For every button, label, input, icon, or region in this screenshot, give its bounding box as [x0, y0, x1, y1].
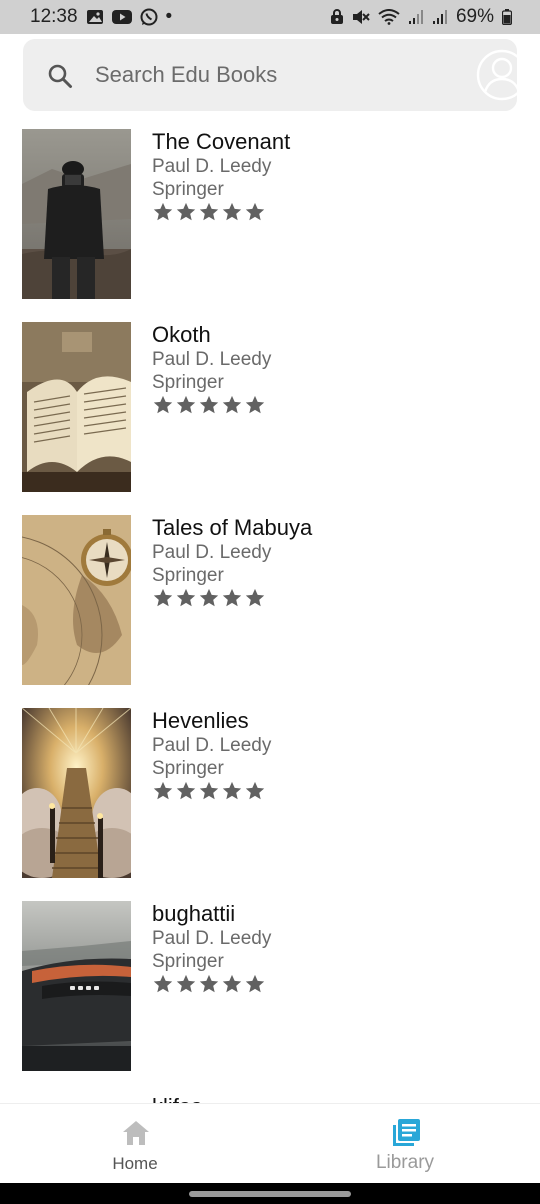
star-rating — [152, 973, 266, 995]
star-icon — [153, 395, 173, 414]
signal-icon — [408, 9, 424, 25]
book-publisher: Springer — [152, 758, 224, 779]
star-icon — [176, 588, 196, 607]
book-title[interactable]: klifas — [152, 1094, 202, 1103]
nav-home[interactable]: Home — [35, 1104, 235, 1184]
book-author: Paul D. Leedy — [152, 156, 272, 177]
nav-library[interactable]: Library — [305, 1104, 505, 1184]
star-icon — [199, 588, 219, 607]
star-icon — [176, 202, 196, 221]
book-title[interactable]: Okoth — [152, 322, 211, 348]
book-title[interactable]: The Covenant — [152, 129, 290, 155]
book-item[interactable]: Tales of Mabuya Paul D. Leedy Springer — [22, 515, 518, 685]
star-icon — [176, 974, 196, 993]
status-time: 12:38 — [30, 6, 78, 27]
battery-icon — [502, 9, 512, 25]
star-icon — [222, 974, 242, 993]
screen: The Covenant Paul D. Leedy Springer Okot… — [0, 0, 540, 1204]
star-icon — [245, 974, 265, 993]
star-icon — [153, 974, 173, 993]
book-item[interactable]: Okoth Paul D. Leedy Springer — [22, 322, 518, 492]
book-author: Paul D. Leedy — [152, 542, 272, 563]
youtube-icon — [111, 9, 132, 25]
status-bar: 12:38 • 69% — [0, 0, 540, 34]
star-icon — [199, 202, 219, 221]
star-icon — [245, 588, 265, 607]
nav-home-label: Home — [112, 1154, 158, 1173]
star-rating — [152, 780, 266, 802]
book-item[interactable]: The Covenant Paul D. Leedy Springer — [22, 129, 518, 299]
search-input[interactable] — [95, 57, 435, 93]
star-icon — [222, 588, 242, 607]
profile-avatar-icon[interactable] — [475, 48, 529, 102]
wifi-icon — [378, 9, 400, 25]
nav-library-label: Library — [375, 1152, 435, 1173]
whatsapp-icon — [140, 8, 158, 26]
star-icon — [199, 395, 219, 414]
book-title[interactable]: bughattii — [152, 901, 235, 927]
star-icon — [153, 202, 173, 221]
book-item[interactable]: Hevenlies Paul D. Leedy Springer — [22, 708, 518, 878]
mute-icon — [352, 9, 370, 25]
book-author: Paul D. Leedy — [152, 928, 272, 949]
star-icon — [222, 202, 242, 221]
status-dot: • — [165, 6, 173, 27]
lock-icon — [330, 9, 344, 25]
battery-level: 69% — [455, 6, 494, 27]
signal-icon — [432, 9, 448, 25]
search-icon[interactable] — [47, 63, 73, 89]
book-publisher: Springer — [152, 372, 224, 393]
book-author: Paul D. Leedy — [152, 349, 272, 370]
home-gesture-handle[interactable] — [189, 1191, 351, 1197]
book-cover-photographer[interactable] — [22, 129, 131, 299]
search-bar[interactable] — [23, 39, 528, 111]
book-author: Paul D. Leedy — [152, 735, 272, 756]
star-icon — [245, 781, 265, 800]
book-publisher: Springer — [152, 565, 224, 586]
star-icon — [199, 781, 219, 800]
home-icon — [123, 1121, 149, 1145]
book-publisher: Springer — [152, 951, 224, 972]
star-icon — [245, 395, 265, 414]
system-gesture-bar — [0, 1183, 540, 1204]
book-cover-compass-map[interactable] — [22, 515, 131, 685]
star-icon — [245, 202, 265, 221]
book-cover-open-book[interactable] — [22, 322, 131, 492]
star-rating — [152, 201, 266, 223]
star-icon — [153, 588, 173, 607]
star-rating — [152, 587, 266, 609]
star-icon — [222, 395, 242, 414]
gallery-icon — [86, 9, 104, 25]
book-item[interactable]: bughattii Paul D. Leedy Springer — [22, 901, 518, 1071]
star-icon — [176, 781, 196, 800]
book-cover-stairway-heaven[interactable] — [22, 708, 131, 878]
library-icon — [393, 1119, 420, 1146]
book-list[interactable]: The Covenant Paul D. Leedy Springer Okot… — [0, 0, 540, 1103]
star-icon — [176, 395, 196, 414]
star-rating — [152, 394, 266, 416]
book-publisher: Springer — [152, 179, 224, 200]
bottom-navigation: Home Library — [0, 1103, 540, 1183]
book-title[interactable]: Hevenlies — [152, 708, 249, 734]
star-icon — [153, 781, 173, 800]
star-icon — [222, 781, 242, 800]
book-cover-sports-car[interactable] — [22, 901, 131, 1071]
book-item[interactable]: klifas — [22, 1094, 518, 1103]
book-title[interactable]: Tales of Mabuya — [152, 515, 312, 541]
star-icon — [199, 974, 219, 993]
